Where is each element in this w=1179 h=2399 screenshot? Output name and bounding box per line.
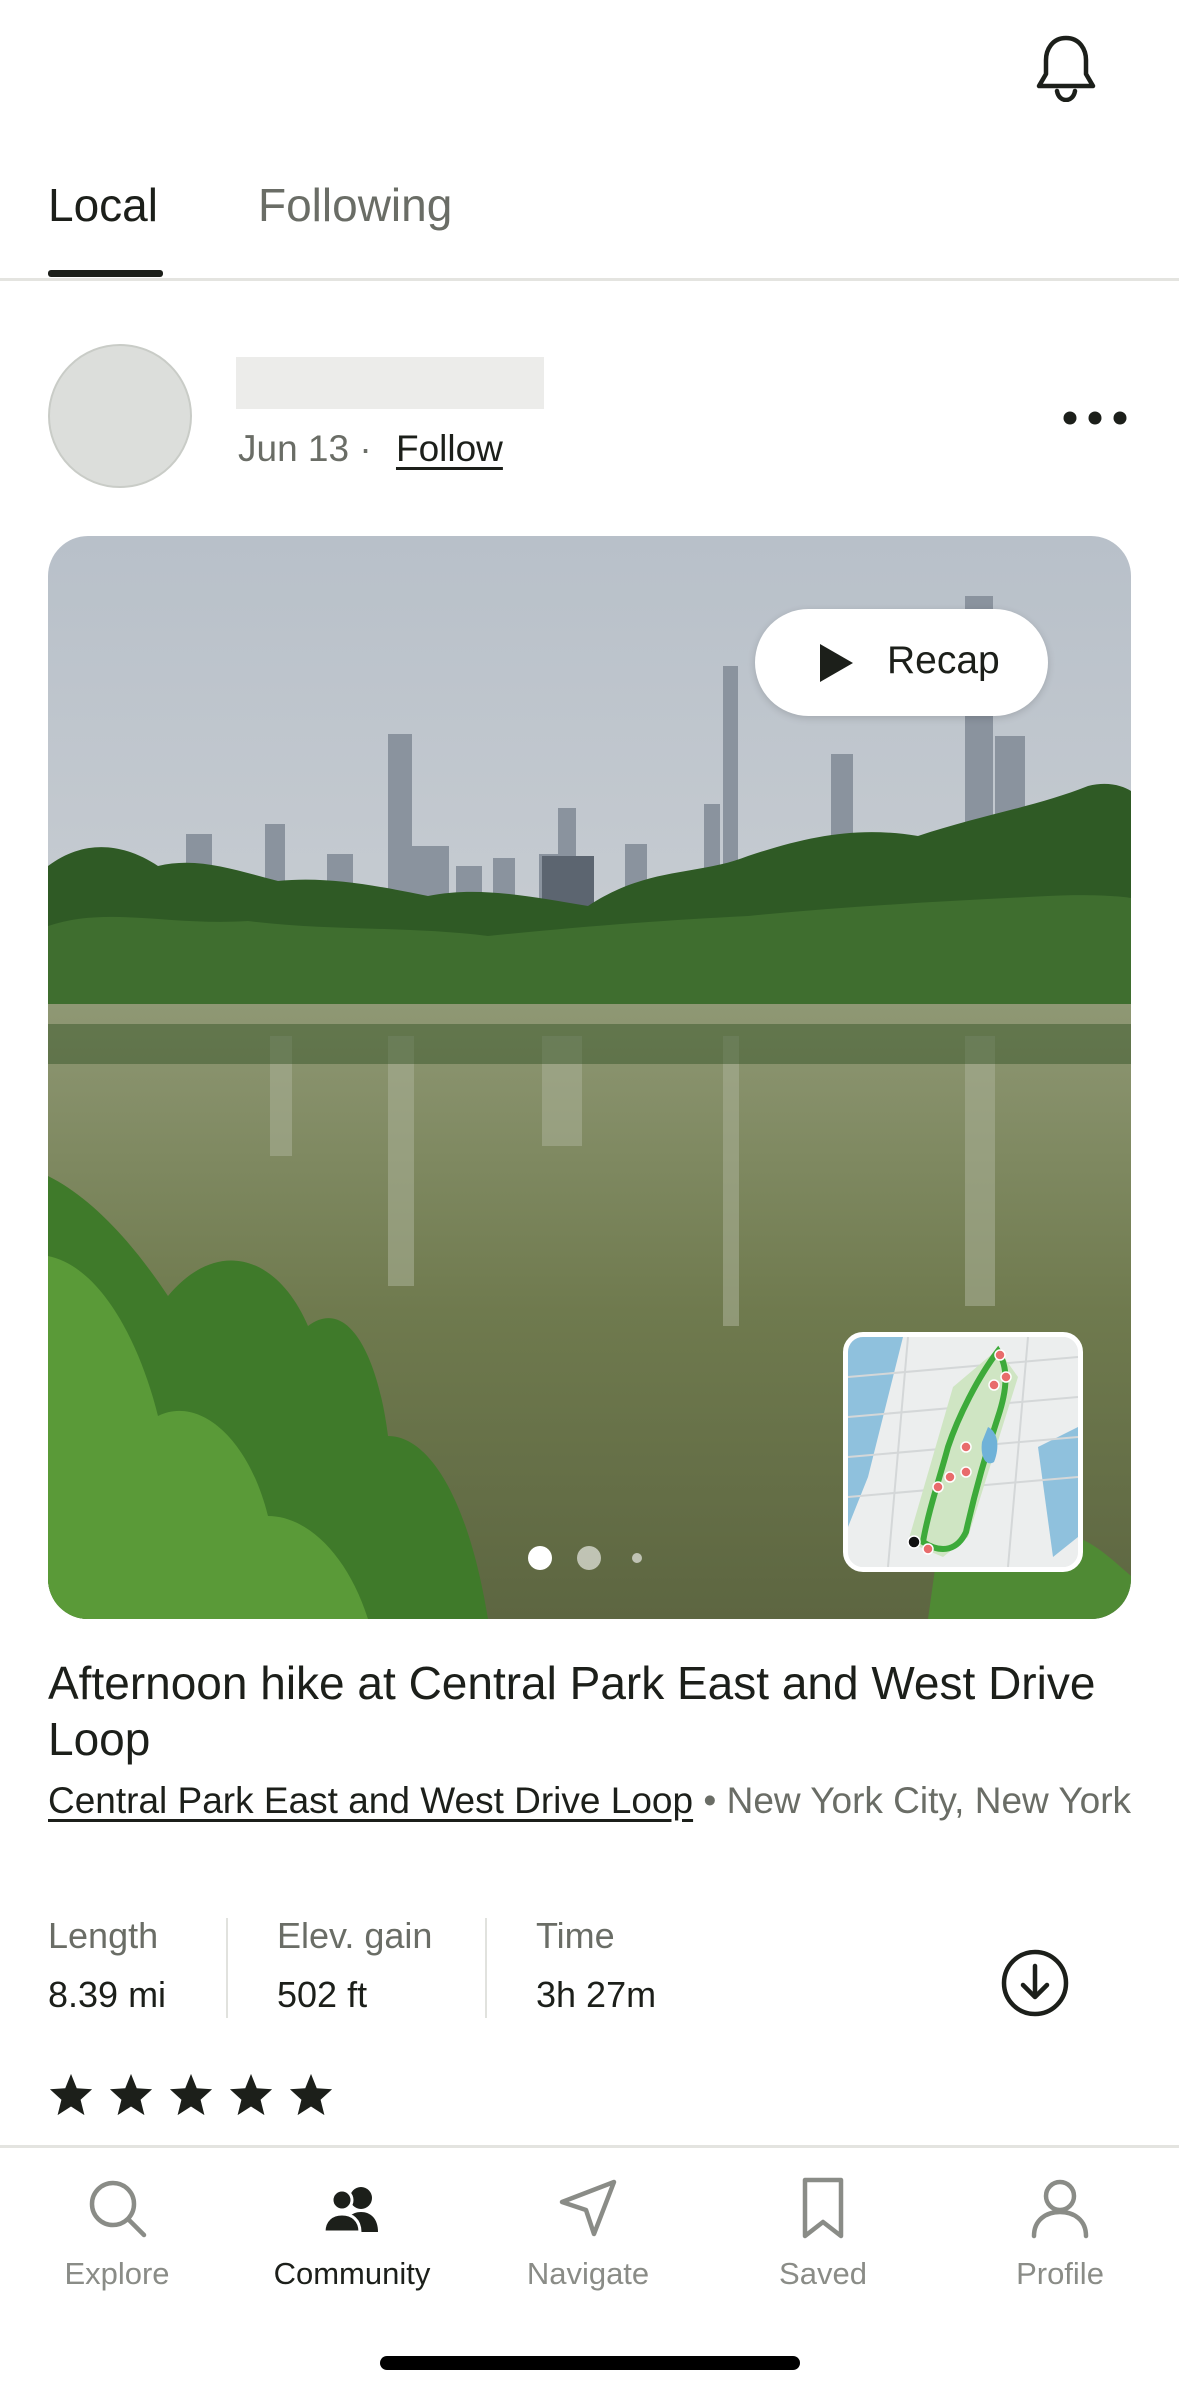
stat-time-value: 3h 27m [536, 1974, 657, 2015]
stat-time-label: Time [536, 1915, 615, 1956]
recap-label: Recap [887, 639, 1000, 682]
stat-elevation-value: 502 ft [277, 1974, 368, 2015]
star-icon [289, 2073, 333, 2116]
nav-label: Community [273, 2256, 431, 2291]
rating-stars [48, 2072, 348, 2130]
star-icon [229, 2073, 273, 2116]
location-separator: • [703, 1780, 717, 1821]
search-icon [89, 2180, 147, 2238]
nav-label: Saved [779, 2256, 867, 2291]
nav-explore[interactable]: Explore [17, 2176, 217, 2292]
download-button[interactable] [1000, 1948, 1070, 2018]
stat-length-value: 8.39 mi [48, 1974, 167, 2015]
photo-pagination[interactable] [525, 1544, 650, 1572]
username-placeholder[interactable] [236, 357, 544, 409]
navigate-icon [559, 2179, 617, 2237]
stat-divider [485, 1918, 487, 2018]
star-icon [49, 2073, 93, 2116]
nav-label: Profile [1016, 2256, 1104, 2291]
recap-button[interactable]: Recap [755, 609, 1048, 716]
feed-tabs: Local Following [0, 170, 1179, 281]
star-icon [109, 2073, 153, 2116]
stat-elevation-label: Elev. gain [277, 1915, 433, 1956]
trail-link[interactable]: Central Park East and West Drive Loop [48, 1780, 693, 1821]
play-icon [820, 644, 853, 682]
tab-following[interactable]: Following [258, 178, 452, 232]
nav-profile[interactable]: Profile [960, 2176, 1160, 2292]
page-dot [577, 1546, 601, 1570]
more-horizontal-icon [1063, 411, 1127, 425]
nav-saved[interactable]: Saved [723, 2176, 923, 2292]
active-tab-indicator [48, 270, 163, 277]
avatar[interactable] [48, 344, 192, 488]
community-icon [322, 2187, 378, 2234]
profile-icon [1031, 2179, 1089, 2239]
bookmark-icon [802, 2177, 844, 2239]
nav-label: Explore [64, 2256, 170, 2291]
home-indicator[interactable] [380, 2356, 800, 2370]
nav-label: Navigate [526, 2256, 650, 2291]
meta-separator: · [359, 428, 372, 469]
tab-local[interactable]: Local [48, 178, 158, 232]
stat-length-label: Length [48, 1915, 159, 1956]
bell-icon [1036, 35, 1096, 103]
page-dot-active [528, 1546, 552, 1570]
location-text: New York City, New York [726, 1780, 1132, 1821]
post-date: Jun 13 [238, 428, 350, 469]
post-meta: Jun 13 · Follow [238, 428, 503, 470]
trail-location: Central Park East and West Drive Loop • … [48, 1778, 1138, 1824]
stat-divider [226, 1918, 228, 2018]
more-options-button[interactable] [1060, 400, 1130, 436]
follow-link[interactable]: Follow [396, 428, 503, 469]
route-map-thumbnail[interactable] [843, 1332, 1083, 1572]
nav-navigate[interactable]: Navigate [488, 2176, 688, 2292]
nav-community[interactable]: Community [252, 2176, 452, 2292]
notifications-button[interactable] [1034, 34, 1098, 103]
activity-title[interactable]: Afternoon hike at Central Park East and … [48, 1655, 1138, 1767]
page-dot-small [632, 1553, 642, 1563]
download-icon [1001, 1949, 1069, 2017]
star-icon [169, 2073, 213, 2116]
route-map [848, 1337, 1078, 1567]
